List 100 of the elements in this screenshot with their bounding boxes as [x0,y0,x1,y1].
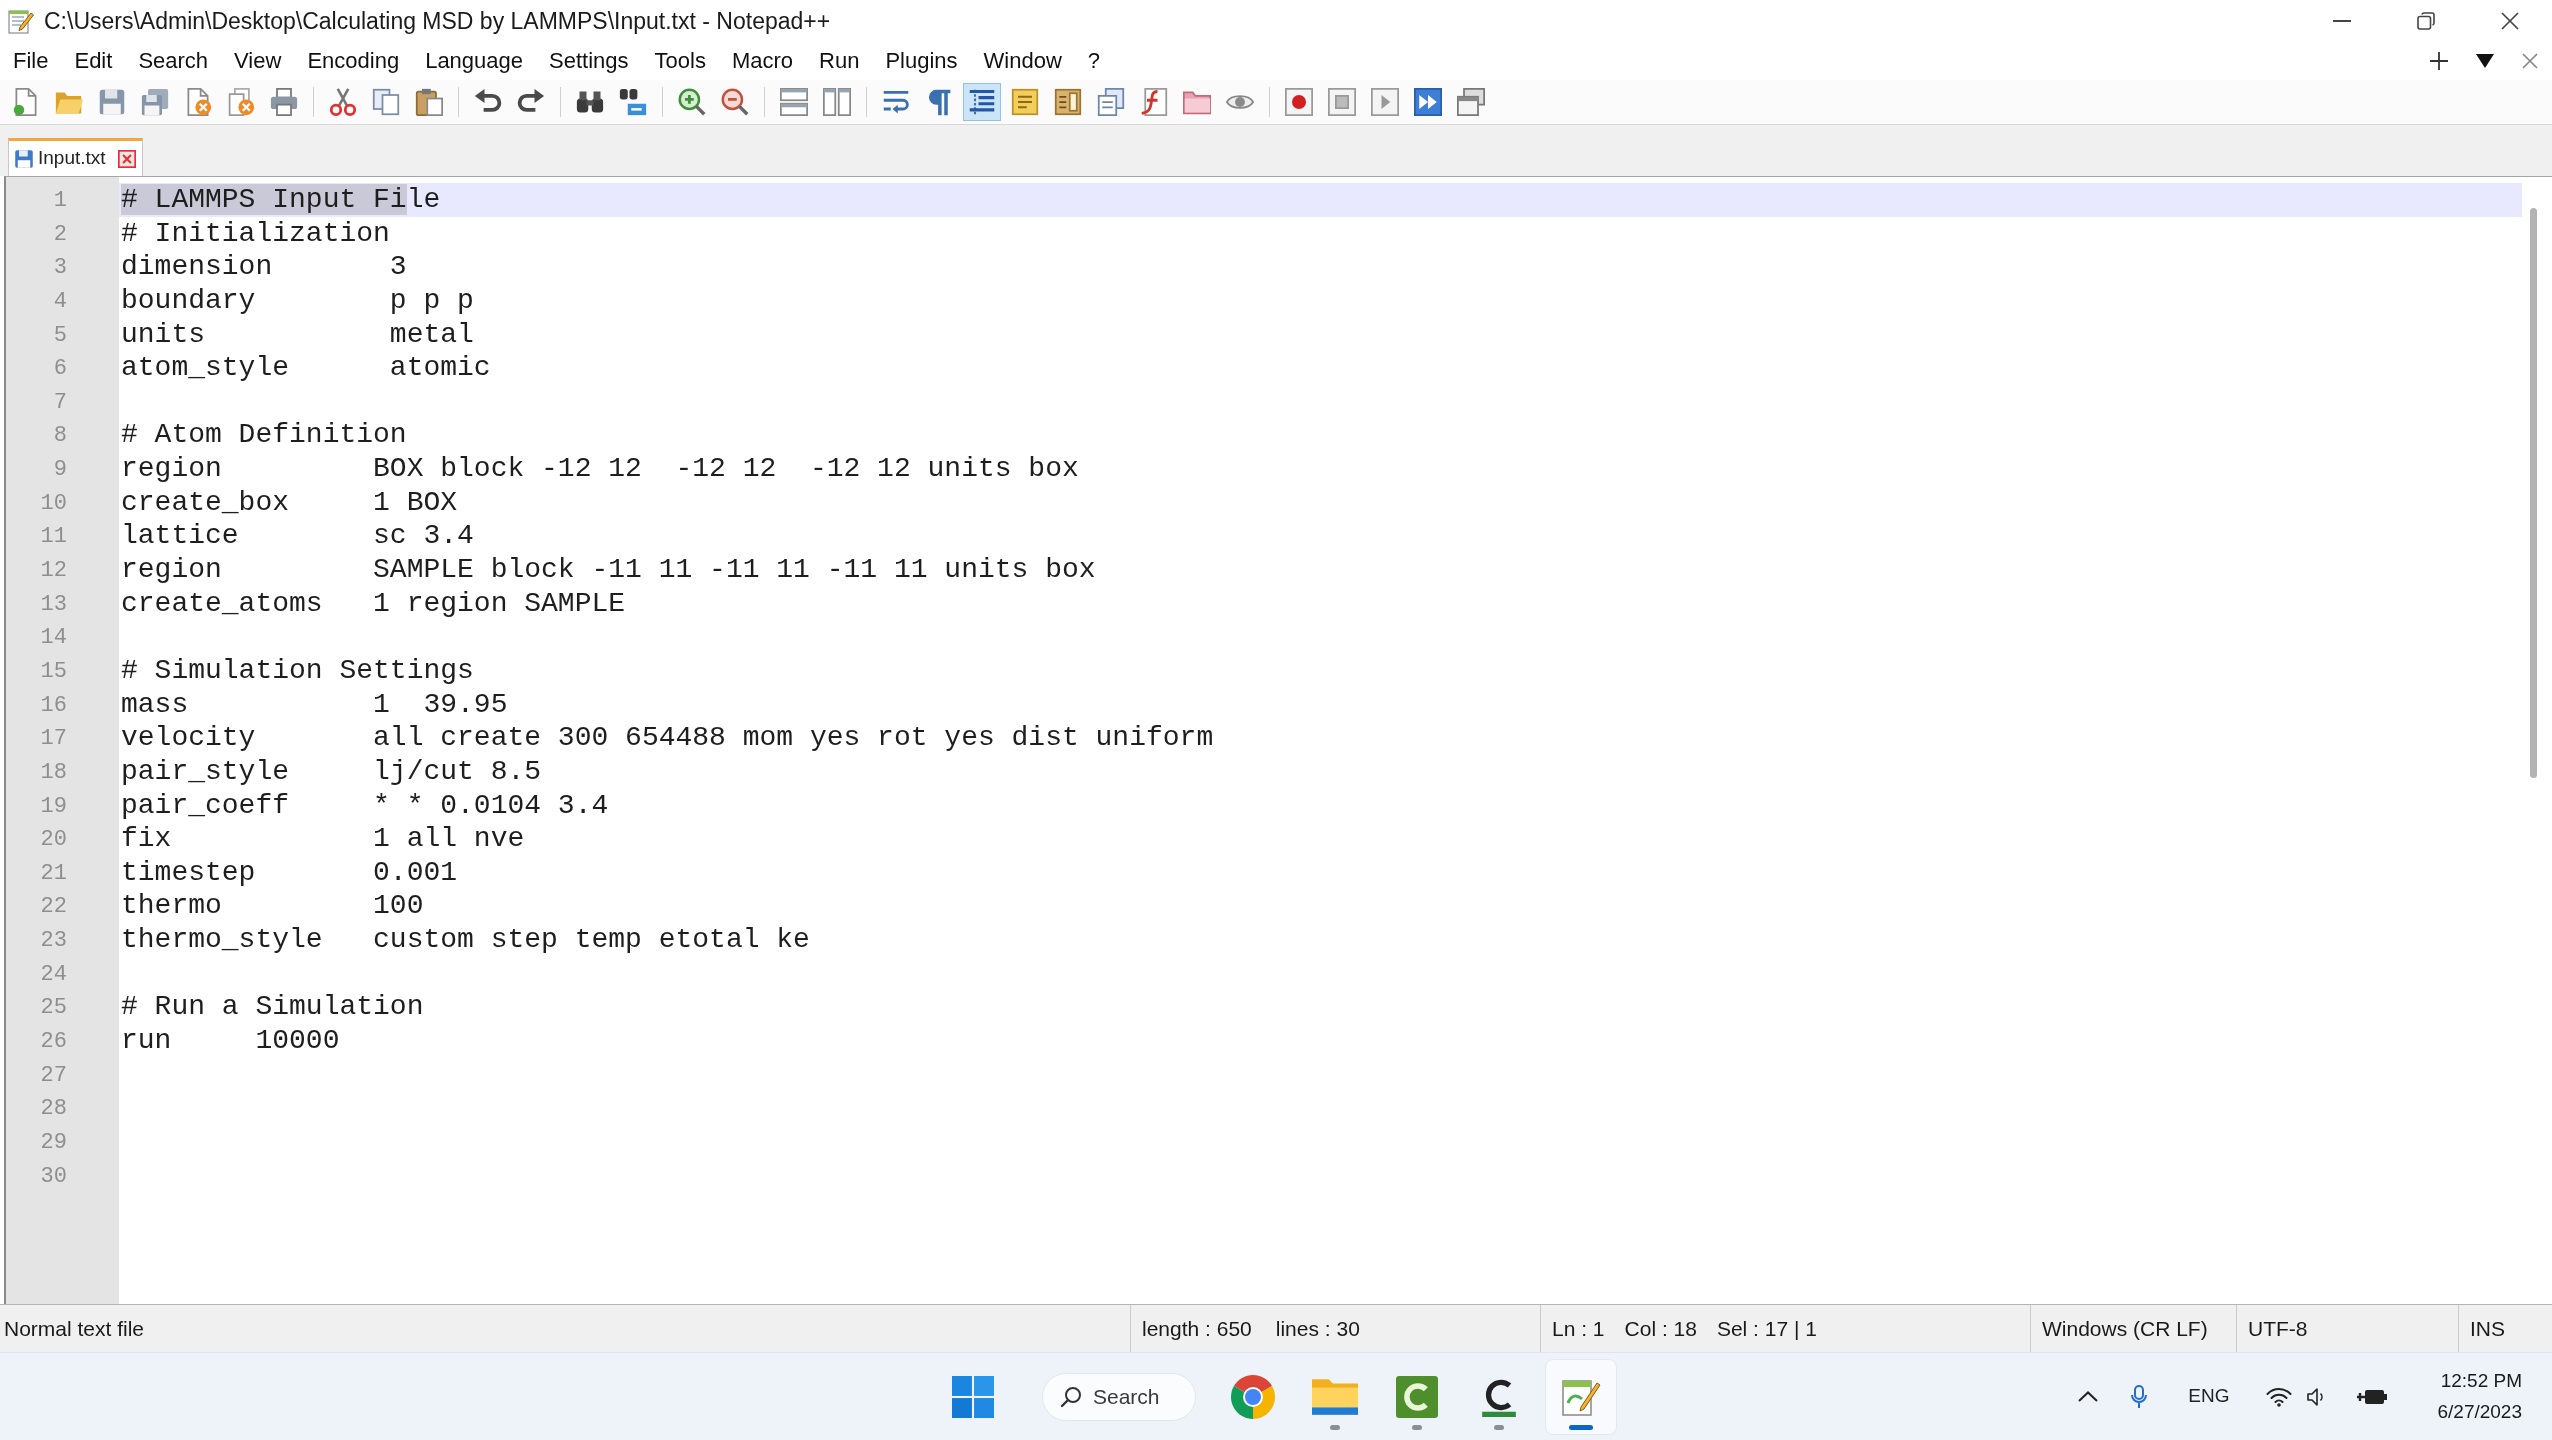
search-field[interactable]: Search [1042,1372,1196,1421]
code-text: pair_coeff * * 0.0104 3.4 [121,789,609,821]
menu-item[interactable]: Plugins [872,45,971,77]
code-text: boundary p p p [121,284,474,316]
code-text: region BOX block -12 12 -12 12 -12 12 units box [121,453,1079,485]
menu-item[interactable]: Window [970,45,1075,77]
running-indicator-icon [1569,1424,1593,1430]
running-indicator-icon [1494,1424,1504,1430]
line-number: 24 [40,961,67,987]
menu-item[interactable]: Settings [536,45,642,77]
menu-item[interactable]: Encoding [294,45,413,77]
line-number: 19 [40,793,67,819]
status-text: INS [2470,1315,2505,1342]
line-number: 29 [40,1129,67,1155]
line-number: 12 [40,558,67,584]
zoom-out-icon [721,88,749,116]
line-number: 18 [40,759,67,785]
minimize-icon [2333,20,2351,22]
status-text: Ln : 1 [1552,1315,1605,1342]
menu-item[interactable]: Language [412,45,537,77]
window-title: C:\Users\Admin\Desktop\Calculating MSD by LAMMPS\Input.txt - Notepad++ [44,6,831,36]
battery-plug-icon[interactable] [2357,1388,2388,1405]
status-text: Windows (CR LF) [2042,1315,2208,1342]
line-number: 7 [53,389,67,415]
fast-forward-icon [1414,88,1442,116]
letter-c-tile-icon [1396,1375,1438,1418]
line-number: 22 [40,894,67,920]
indent-guide-icon [968,88,996,116]
notepad-pencil-icon [8,8,34,34]
line-number: 9 [53,457,67,483]
code-text: velocity all create 300 654488 mom yes rot yes dist uniform [121,722,1214,754]
scrollbar-thumb[interactable] [2530,208,2537,778]
status-text: Sel : 17 | 1 [1716,1315,1817,1342]
code-text: # Run a Simulation [121,991,424,1023]
status-text: UTF-8 [2248,1315,2308,1342]
code-text: create_box 1 BOX [121,486,458,518]
menu-item[interactable]: Run [806,45,873,77]
caret-down-icon[interactable] [2476,54,2494,68]
menu-item[interactable]: ? [1074,45,1114,77]
line-number: 26 [40,1029,67,1054]
microphone-icon[interactable] [2130,1384,2149,1409]
menu-item[interactable]: View [221,45,295,77]
code-text: mass 1 39.95 [121,688,508,720]
code-text: fix 1 all nve [121,823,525,855]
binoculars-arrow-icon [619,88,647,116]
plus-icon[interactable] [2430,52,2448,70]
close-icon [2501,12,2519,30]
menu-item[interactable]: Search [125,45,222,77]
code-text: # Atom Definition [121,419,407,451]
code-text: region SAMPLE block -11 11 -11 11 -11 11 units box [121,554,1096,586]
document-list-icon [1097,88,1125,116]
close-icon[interactable] [2522,53,2538,69]
new-file-icon [12,88,40,116]
line-number: 4 [53,288,67,314]
line-number: 30 [40,1163,67,1189]
status-text: Normal text file [4,1315,145,1342]
code-text: run 10000 [121,1025,340,1056]
line-number: 14 [40,625,67,651]
line-number: 11 [40,524,67,550]
clock-time[interactable]: 12:52 PM [2440,1366,2522,1397]
file-tab[interactable]: Input.txt [8,138,143,176]
line-number: 21 [40,860,67,886]
close-icon[interactable] [117,149,136,168]
line-number: 2 [53,221,67,247]
code-text: atom_style atomic [121,352,491,384]
code-text: # Initialization [121,217,390,249]
language-indicator[interactable]: ENG [2188,1382,2230,1411]
code-text: units metal [121,318,474,350]
line-number: 23 [40,928,67,954]
line-number: 27 [40,1062,67,1088]
files-close-icon [227,88,255,116]
menu-item[interactable]: Edit [61,45,126,77]
code-text: timestep 0.001 [121,856,458,888]
folder-icon [1312,1378,1358,1415]
record-icon [1285,88,1313,116]
scissors-icon [329,88,357,116]
lined-sheet-icon [1011,88,1039,116]
status-text: Col : 18 [1624,1315,1697,1342]
chevron-up-icon[interactable] [2078,1391,2099,1402]
code-text: create_atoms 1 region SAMPLE [121,587,626,619]
clipboard-icon [415,88,443,116]
word-wrap-icon [882,88,910,116]
wifi-icon[interactable] [2266,1386,2293,1407]
function-list-icon [1140,88,1168,116]
code-text: thermo_style custom step temp etotal ke [121,924,810,956]
code-text: pair_style lj/cut 8.5 [121,755,542,787]
code-text: thermo 100 [121,890,424,922]
toolbar-button[interactable] [963,83,1001,121]
line-number: 28 [40,1096,67,1122]
menu-item[interactable]: Tools [641,45,719,77]
window-stack-icon [1457,88,1485,116]
clock-date[interactable]: 6/27/2023 [2437,1396,2522,1427]
line-number: 6 [53,356,67,382]
menu-item[interactable]: Macro [718,45,806,77]
line-number: 3 [53,255,67,281]
line-number: 16 [40,692,67,718]
menu-item[interactable]: File [0,45,62,77]
document-map-icon [1054,88,1082,116]
line-number: 25 [40,995,67,1021]
circle-logo-icon [1231,1374,1275,1419]
